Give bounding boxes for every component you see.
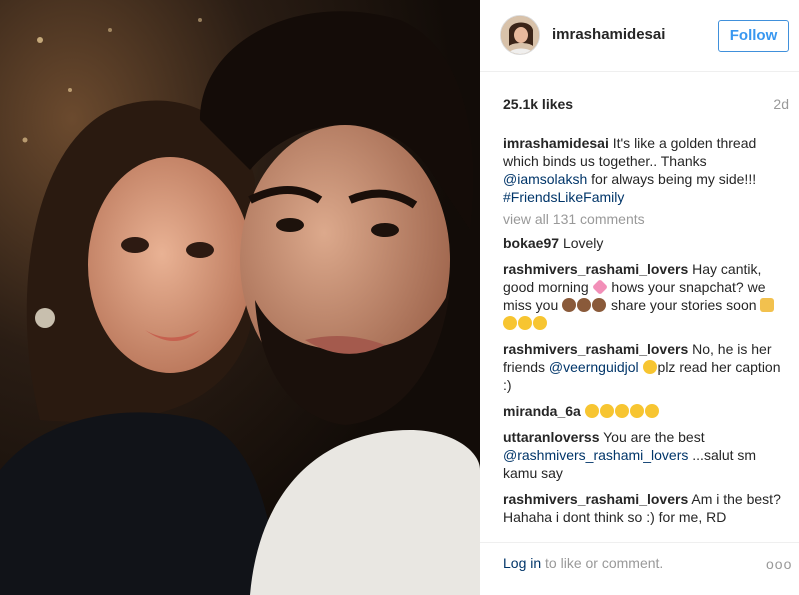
list-item: rashmivers_rashami_lovers Hay cantik, go… [503, 260, 789, 332]
likes-row: 25.1k likes 2d [503, 96, 789, 114]
comment-text: You are the best [603, 429, 705, 445]
comment-text: share your stories soon [611, 297, 757, 313]
comment-username[interactable]: rashmivers_rashami_lovers [503, 491, 688, 507]
grinning-face-icon [629, 404, 644, 418]
avatar-image [501, 16, 539, 54]
view-all-comments-link[interactable]: view all 131 comments [503, 210, 789, 228]
post-header: imrashamidesai Follow [480, 0, 799, 72]
list-item: uttaranloverss You are the best @rashmiv… [503, 428, 789, 482]
follow-button[interactable]: Follow [718, 20, 789, 52]
see-no-evil-monkey-icon [577, 298, 592, 312]
caption-hashtag[interactable]: #FriendsLikeFamily [503, 189, 624, 205]
comment-username[interactable]: bokae97 [503, 235, 559, 251]
comment-username[interactable]: uttaranloverss [503, 429, 599, 445]
post-details-panel: imrashamidesai Follow 25.1k likes 2d imr… [480, 0, 799, 595]
caption-mention[interactable]: @iamsolaksh [503, 171, 587, 187]
see-no-evil-monkey-icon [562, 298, 577, 312]
grinning-face-icon [614, 404, 629, 418]
winking-face-icon [642, 360, 657, 374]
comments-list: imrashamidesai It's like a golden thread… [503, 134, 789, 526]
list-item: rashmivers_rashami_lovers Am i the best?… [503, 490, 789, 526]
list-item: miranda_6a [503, 402, 789, 420]
caption-text-2: for always being my side!!! [591, 171, 757, 187]
post-photo[interactable] [0, 0, 480, 595]
comment-text: plz read her caption :) [503, 359, 781, 393]
comment-username[interactable]: miranda_6a [503, 403, 581, 419]
grinning-face-icon [599, 404, 614, 418]
post-age[interactable]: 2d [773, 96, 789, 112]
comment-mention[interactable]: @rashmivers_rashami_lovers [503, 447, 688, 463]
avatar[interactable] [500, 15, 540, 55]
list-item: bokae97 Lovely [503, 234, 789, 252]
comment-mention[interactable]: @veernguidjol [549, 359, 639, 375]
login-prompt: Log in to like or comment. [503, 555, 663, 571]
more-options-button[interactable]: ooo [766, 556, 792, 572]
list-item: rashmivers_rashami_lovers No, he is her … [503, 340, 789, 394]
two-hearts-icon [591, 279, 608, 295]
header-username[interactable]: imrashamidesai [552, 26, 665, 43]
post-photo-image [0, 0, 480, 595]
folded-hands-icon [760, 298, 775, 312]
comment-username[interactable]: rashmivers_rashami_lovers [503, 341, 688, 357]
comment-username[interactable]: rashmivers_rashami_lovers [503, 261, 688, 277]
face-blowing-kiss-icon [518, 316, 532, 330]
face-blowing-kiss-icon [503, 316, 517, 330]
face-blowing-kiss-icon [533, 316, 547, 330]
see-no-evil-monkey-icon [592, 298, 607, 312]
post-footer: Log in to like or comment. ooo [480, 542, 799, 595]
likes-count[interactable]: 25.1k likes [503, 96, 573, 112]
comment-text: Lovely [562, 235, 604, 251]
login-prompt-text: to like or comment. [545, 555, 664, 571]
grinning-face-icon [584, 404, 599, 418]
grinning-face-icon [644, 404, 659, 418]
caption: imrashamidesai It's like a golden thread… [503, 134, 789, 206]
caption-username[interactable]: imrashamidesai [503, 135, 609, 151]
login-link[interactable]: Log in [503, 555, 541, 571]
